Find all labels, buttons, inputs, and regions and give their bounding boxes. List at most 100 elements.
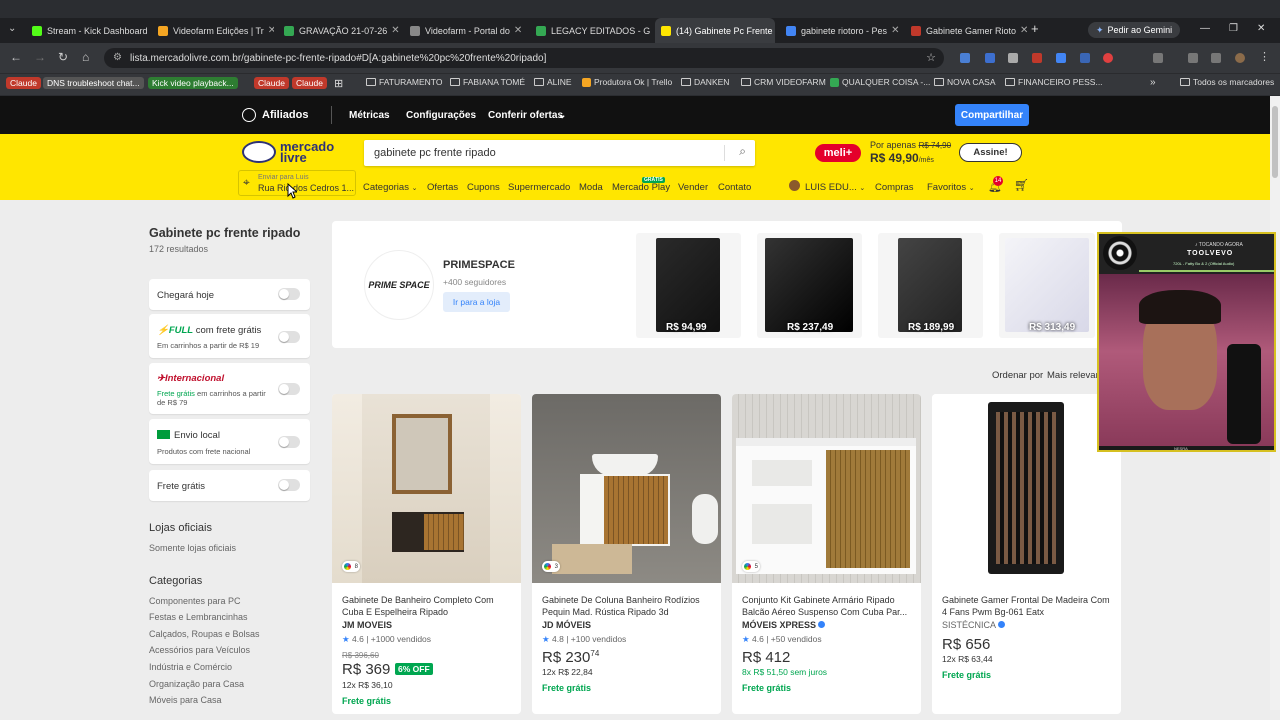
cart-icon[interactable]: 🛒︎: [1014, 178, 1029, 192]
filter-internacional[interactable]: ✈Internacional Frete grátis em carrinhos…: [149, 363, 310, 414]
tab-videofarm-edicoes[interactable]: Videofarm Edições | Tr ✕: [152, 18, 274, 43]
bookmark-folder-all[interactable]: Todos os marcadores: [1180, 77, 1274, 87]
scrollbar-thumb[interactable]: [1272, 106, 1278, 178]
filter-envio-local[interactable]: Envio local Produtos com frete nacional: [149, 419, 310, 464]
search-icon[interactable]: ⌕: [739, 144, 746, 159]
product-card[interactable]: 5 Conjunto Kit Gabinete Armário Ripado B…: [732, 394, 921, 714]
bookmark-kick-video[interactable]: Kick video playback...: [148, 77, 238, 89]
media-icon[interactable]: [1211, 53, 1221, 63]
filter-frete-gratis[interactable]: Frete grátis: [149, 470, 310, 501]
product-brand[interactable]: SISTÉCNICA: [942, 620, 1006, 630]
nav-ofertas[interactable]: Ofertas: [427, 182, 458, 193]
meli-plus-badge[interactable]: meli+: [815, 144, 861, 162]
bookmark-claude[interactable]: Claude: [254, 77, 289, 89]
close-tab-icon[interactable]: ✕: [264, 25, 274, 36]
product-brand[interactable]: JD MÓVEIS: [542, 620, 591, 630]
bookmark-folder-financeiro[interactable]: FINANCEIRO PESS...: [1005, 77, 1103, 87]
affiliates-link-metricas[interactable]: Métricas: [349, 110, 390, 121]
bookmark-trello[interactable]: Produtora Ok | Trello: [582, 77, 672, 87]
bookmark-folder-faturamento[interactable]: FATURAMENTO: [366, 77, 442, 87]
bookmark-folder-crm[interactable]: CRM VIDEOFARM: [741, 77, 826, 87]
close-tab-icon[interactable]: ✕: [650, 25, 652, 36]
home-icon[interactable]: ⌂: [82, 50, 89, 64]
close-tab-icon[interactable]: ✕: [510, 25, 522, 36]
store-logo[interactable]: PRIME SPACE: [364, 250, 434, 320]
back-icon[interactable]: ←: [10, 50, 22, 64]
filter-toggle[interactable]: [278, 436, 300, 448]
tab-gabinete-gamer[interactable]: Gabinete Gamer Rioto ✕: [905, 18, 1027, 43]
product-brand[interactable]: MÓVEIS XPRESS: [742, 620, 826, 630]
filter-full[interactable]: ⚡FULL com frete grátis Em carrinhos a pa…: [149, 314, 310, 358]
category-link[interactable]: Calçados, Roupas e Bolsas: [149, 629, 260, 639]
sort-dropdown[interactable]: Mais relevan: [1047, 370, 1101, 381]
product-title[interactable]: Gabinete De Coluna Banheiro Rodízios Peq…: [542, 594, 712, 618]
tab-gravacao[interactable]: GRAVAÇÃO 21-07-26 ✕: [278, 18, 400, 43]
product-title[interactable]: Conjunto Kit Gabinete Armário Ripado Bal…: [742, 594, 912, 618]
filter-toggle[interactable]: [278, 383, 300, 395]
category-link[interactable]: Acessórios para Veículos: [149, 645, 250, 655]
address-bar[interactable]: ⚙ lista.mercadolivre.com.br/gabinete-pc-f…: [104, 48, 944, 68]
tab-gabinete-active[interactable]: (14) Gabinete Pc Frente✕: [655, 18, 775, 43]
store-product[interactable]: R$ 313,49: [999, 233, 1095, 338]
bookmark-folder-nova-casa[interactable]: NOVA CASA: [934, 77, 996, 87]
minimize-button[interactable]: —: [1200, 23, 1210, 34]
new-tab-button[interactable]: +: [1031, 21, 1039, 36]
store-product[interactable]: R$ 237,49: [757, 233, 862, 338]
close-window-button[interactable]: ✕: [1257, 23, 1265, 34]
nav-categorias[interactable]: Categorias ⌄: [363, 182, 417, 193]
store-product[interactable]: R$ 94,99: [636, 233, 741, 338]
maximize-button[interactable]: ❐: [1229, 23, 1238, 34]
close-tab-icon[interactable]: ✕: [1016, 25, 1027, 36]
store-product[interactable]: R$ 189,99: [878, 233, 983, 338]
product-card[interactable]: 3 Gabinete De Coluna Banheiro Rodízios P…: [532, 394, 721, 714]
gemini-button[interactable]: ✦ Pedir ao Gemini: [1088, 22, 1181, 38]
nav-contato[interactable]: Contato: [718, 182, 751, 193]
category-link[interactable]: Festas e Lembrancinhas: [149, 612, 248, 622]
more-bookmarks-icon[interactable]: »: [1150, 77, 1156, 88]
bookmark-qualquer-coisa[interactable]: QUALQUER COISA -...: [830, 77, 930, 87]
nav-vender[interactable]: Vender: [678, 182, 708, 193]
extension-icon[interactable]: [1008, 53, 1018, 63]
close-tab-icon[interactable]: ✕: [887, 25, 899, 36]
nav-supermercado[interactable]: Supermercado: [508, 182, 570, 193]
user-menu[interactable]: LUIS EDU... ⌄: [805, 182, 865, 193]
mercadolivre-logo[interactable]: mercado livre: [242, 140, 334, 164]
affiliates-link-configuracoes[interactable]: Configurações: [406, 110, 476, 121]
product-brand[interactable]: JM MOVEIS: [342, 620, 392, 630]
search-input[interactable]: gabinete pc frente ripado ⌕: [364, 140, 755, 166]
filter-toggle[interactable]: [278, 331, 300, 343]
tab-gabinete-riotoro[interactable]: gabinete riotoro - Pes ✕: [780, 18, 902, 43]
extension-icon[interactable]: [985, 53, 995, 63]
subscribe-button[interactable]: Assine!: [959, 143, 1022, 162]
filter-chegara-hoje[interactable]: Chegará hoje: [149, 279, 310, 310]
store-name[interactable]: PRIMESPACE: [443, 259, 515, 271]
extension-icon[interactable]: [1080, 53, 1090, 63]
go-to-store-button[interactable]: Ir para a loja: [443, 292, 510, 312]
close-tab-icon[interactable]: ✕: [387, 25, 399, 36]
filter-toggle[interactable]: [278, 479, 300, 491]
bookmark-folder-danken[interactable]: DANKEN: [681, 77, 729, 87]
tab-legacy-editados[interactable]: LEGACY EDITADOS - G✕: [530, 18, 652, 43]
chevron-down-icon[interactable]: ⌄: [558, 110, 566, 121]
category-link[interactable]: Componentes para PC: [149, 596, 241, 606]
affiliates-link-conferir-ofertas[interactable]: Conferir ofertas: [488, 110, 563, 121]
forward-icon[interactable]: →: [34, 50, 46, 64]
stores-filter-link[interactable]: Somente lojas oficiais: [149, 543, 236, 553]
nav-moda[interactable]: Moda: [579, 182, 603, 193]
bookmark-dns[interactable]: DNS troubleshoot chat...: [43, 77, 144, 89]
extension-icon[interactable]: [1032, 53, 1042, 63]
nav-cupons[interactable]: Cupons: [467, 182, 500, 193]
close-tab-icon[interactable]: ✕: [773, 25, 775, 36]
filter-toggle[interactable]: [278, 288, 300, 300]
share-button[interactable]: Compartilhar: [955, 104, 1029, 126]
avatar[interactable]: [789, 180, 800, 191]
tab-kick-dashboard[interactable]: Stream - Kick Dashboard✕: [26, 18, 148, 43]
profile-avatar-icon[interactable]: [1235, 53, 1245, 63]
site-info-icon[interactable]: ⚙: [113, 52, 122, 63]
reload-icon[interactable]: ↻: [58, 50, 68, 64]
bookmark-star-icon[interactable]: ☆: [926, 51, 936, 64]
product-card[interactable]: 8 Gabinete De Banheiro Completo Com Cuba…: [332, 394, 521, 714]
product-title[interactable]: Gabinete Gamer Frontal De Madeira Com 4 …: [942, 594, 1112, 618]
product-title[interactable]: Gabinete De Banheiro Completo Com Cuba E…: [342, 594, 512, 618]
tab-videofarm-portal[interactable]: Videofarm - Portal do ✕: [404, 18, 526, 43]
